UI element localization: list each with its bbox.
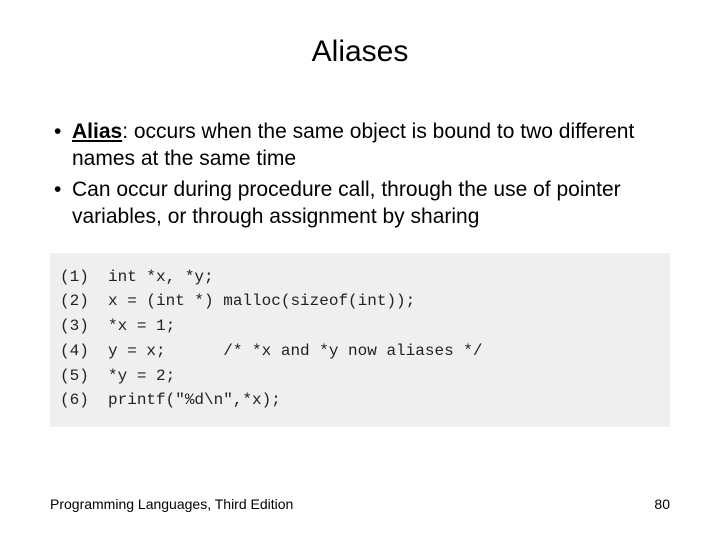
code-line: (2) x = (int *) malloc(sizeof(int)); bbox=[60, 292, 415, 310]
page-number: 80 bbox=[654, 496, 670, 512]
bullet-text-0: : occurs when the same object is bound t… bbox=[72, 120, 634, 170]
code-line: (4) y = x; /* *x and *y now aliases */ bbox=[60, 342, 482, 360]
bullet-item: • Alias: occurs when the same object is … bbox=[50, 119, 670, 173]
bullet-dot: • bbox=[50, 177, 72, 231]
bullet-text-1: Can occur during procedure call, through… bbox=[72, 177, 670, 231]
code-line: (6) printf("%d\n",*x); bbox=[60, 391, 281, 409]
footer: Programming Languages, Third Edition 80 bbox=[50, 496, 670, 512]
code-block: (1) int *x, *y; (2) x = (int *) malloc(s… bbox=[50, 253, 670, 428]
bullet-item: • Can occur during procedure call, throu… bbox=[50, 177, 670, 231]
bullet-list: • Alias: occurs when the same object is … bbox=[50, 119, 670, 231]
term-alias: Alias bbox=[72, 120, 122, 143]
code-line: (1) int *x, *y; bbox=[60, 268, 214, 286]
footer-left: Programming Languages, Third Edition bbox=[50, 496, 293, 512]
bullet-text: Alias: occurs when the same object is bo… bbox=[72, 119, 670, 173]
bullet-dot: • bbox=[50, 119, 72, 173]
slide-title: Aliases bbox=[50, 35, 670, 69]
code-line: (3) *x = 1; bbox=[60, 317, 175, 335]
code-line: (5) *y = 2; bbox=[60, 367, 175, 385]
slide: Aliases • Alias: occurs when the same ob… bbox=[0, 0, 720, 540]
